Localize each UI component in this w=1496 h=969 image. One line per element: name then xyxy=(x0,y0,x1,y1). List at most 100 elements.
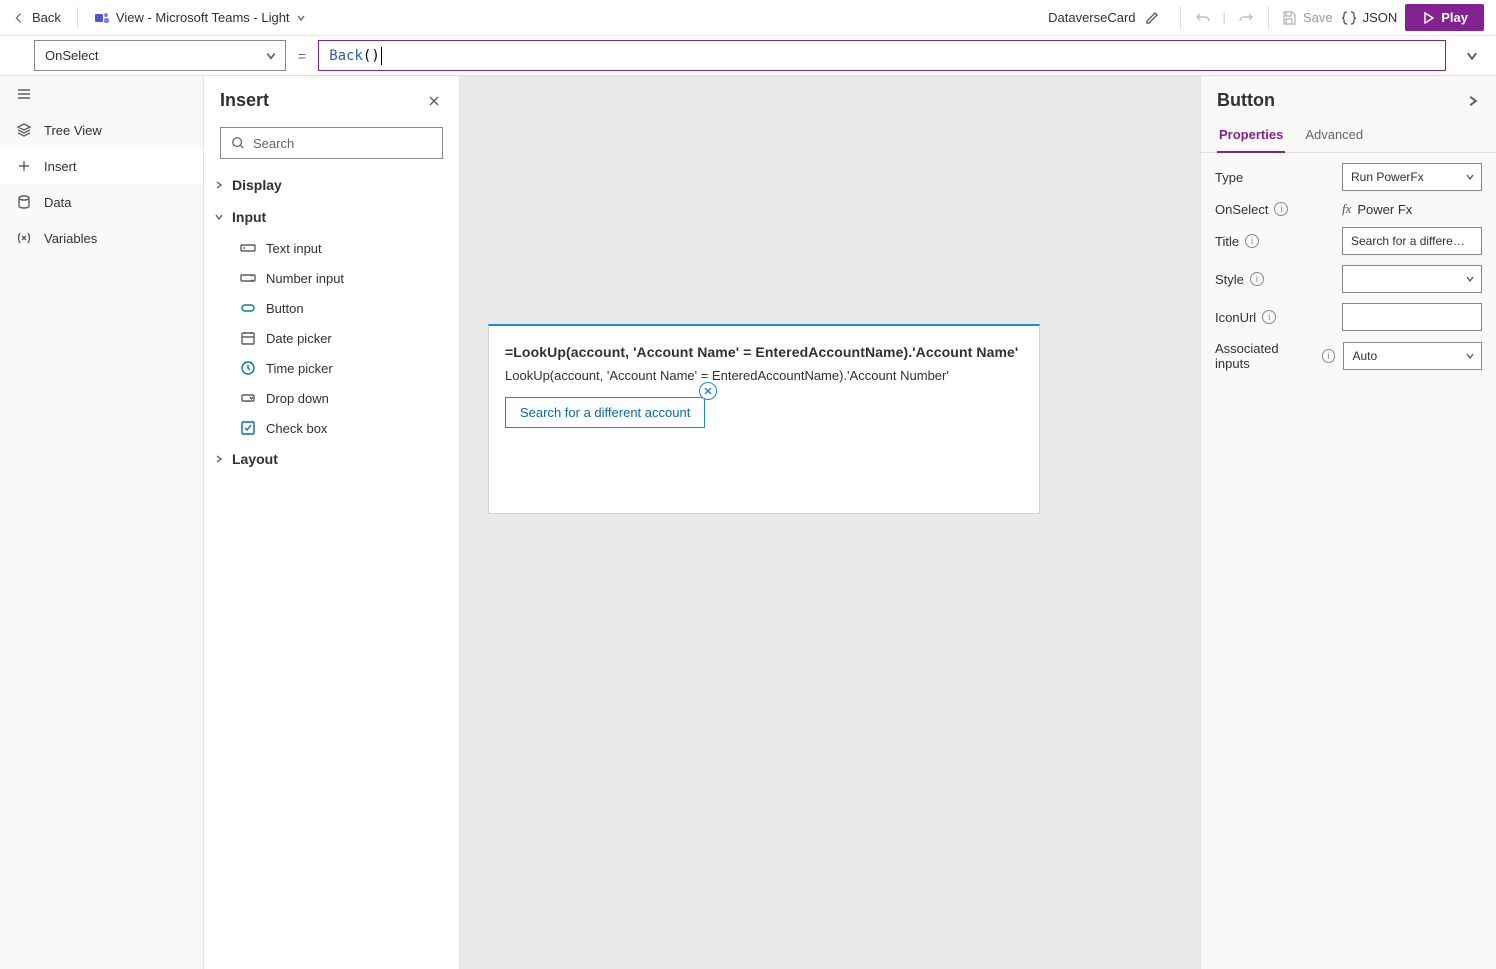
card-name-label: DataverseCard xyxy=(1048,10,1135,25)
chevron-right-icon xyxy=(214,180,224,190)
properties-tabs: Properties Advanced xyxy=(1201,119,1496,153)
canvas-area[interactable]: =LookUp(account, 'Account Name' = Entere… xyxy=(460,76,1200,969)
prop-label-associated-inputs: Associated inputs xyxy=(1215,341,1316,371)
chevron-down-icon xyxy=(265,50,277,62)
rail-item-data[interactable]: Data xyxy=(0,184,203,220)
insert-category-display[interactable]: Display xyxy=(204,169,459,201)
property-selector-label: OnSelect xyxy=(45,48,98,63)
back-button[interactable]: Back xyxy=(12,10,61,25)
insert-item-text-input[interactable]: Text input xyxy=(204,233,459,263)
insert-item-date-picker[interactable]: Date picker xyxy=(204,323,459,353)
card-subtitle-text[interactable]: LookUp(account, 'Account Name' = Entered… xyxy=(505,368,1023,383)
save-button[interactable]: Save xyxy=(1281,10,1333,26)
tab-advanced[interactable]: Advanced xyxy=(1303,119,1365,152)
chevron-down-icon xyxy=(1465,351,1475,361)
chevron-down-icon xyxy=(1465,172,1475,182)
insert-item-label: Button xyxy=(266,301,304,316)
prop-assoc-value: Auto xyxy=(1352,349,1377,363)
insert-item-check-box[interactable]: Check box xyxy=(204,413,459,443)
play-label: Play xyxy=(1441,10,1468,25)
insert-item-label: Date picker xyxy=(266,331,332,346)
view-selector[interactable]: View - Microsoft Teams - Light xyxy=(94,10,306,26)
prop-label-type: Type xyxy=(1215,170,1243,185)
insert-item-label: Time picker xyxy=(266,361,333,376)
prop-label-onselect: OnSelect xyxy=(1215,202,1268,217)
insert-item-drop-down[interactable]: Drop down xyxy=(204,383,459,413)
formula-equals: = xyxy=(296,40,308,71)
prop-iconurl-input[interactable] xyxy=(1342,303,1482,331)
close-circle-icon xyxy=(703,386,713,396)
card-delete-handle[interactable] xyxy=(699,382,717,400)
variable-icon xyxy=(16,230,32,246)
layers-icon xyxy=(16,122,32,138)
rail-item-tree-view[interactable]: Tree View xyxy=(0,112,203,148)
top-toolbar: Back View - Microsoft Teams - Light Data… xyxy=(0,0,1496,36)
card-preview[interactable]: =LookUp(account, 'Account Name' = Entere… xyxy=(488,324,1040,514)
database-icon xyxy=(16,194,32,210)
undo-button[interactable] xyxy=(1189,4,1217,32)
properties-panel-title: Button xyxy=(1217,90,1275,111)
braces-icon xyxy=(1341,10,1357,26)
prop-type-value: Run PowerFx xyxy=(1351,170,1424,184)
prop-title-value: Search for a differe… xyxy=(1351,234,1465,248)
card-search-button[interactable]: Search for a different account xyxy=(505,397,705,428)
info-icon[interactable]: i xyxy=(1245,234,1259,248)
insert-panel-close-button[interactable] xyxy=(425,92,443,110)
search-icon xyxy=(231,136,245,150)
insert-item-time-picker[interactable]: Time picker xyxy=(204,353,459,383)
toolbar-divider xyxy=(77,7,78,29)
rail-item-insert[interactable]: Insert xyxy=(0,148,203,184)
teams-icon xyxy=(94,10,110,26)
json-button[interactable]: JSON xyxy=(1341,10,1398,26)
hamburger-icon xyxy=(16,86,32,102)
property-selector[interactable]: OnSelect xyxy=(34,40,286,71)
prop-title-input[interactable]: Search for a differe… xyxy=(1342,227,1482,255)
clock-icon xyxy=(240,360,256,376)
insert-item-number-input[interactable]: Number input xyxy=(204,263,459,293)
insert-search-input[interactable]: Search xyxy=(220,127,443,159)
prop-onselect-link[interactable]: fx Power Fx xyxy=(1342,201,1482,217)
info-icon[interactable]: i xyxy=(1262,310,1276,324)
chevron-down-icon xyxy=(296,13,306,23)
save-label: Save xyxy=(1303,10,1333,25)
info-icon[interactable]: i xyxy=(1322,349,1336,363)
text-cursor xyxy=(381,47,382,65)
json-label: JSON xyxy=(1363,10,1398,25)
insert-panel: Insert Search Display Input Text input N… xyxy=(204,76,460,969)
insert-category-layout[interactable]: Layout xyxy=(204,443,459,475)
insert-category-input[interactable]: Input xyxy=(204,201,459,233)
prop-label-style: Style xyxy=(1215,272,1244,287)
view-label: View - Microsoft Teams - Light xyxy=(116,10,290,25)
chevron-right-icon xyxy=(214,454,224,464)
info-icon[interactable]: i xyxy=(1274,202,1288,216)
history-separator: | xyxy=(1219,10,1230,25)
insert-item-button[interactable]: Button xyxy=(204,293,459,323)
chevron-down-icon xyxy=(1465,49,1479,63)
main-layout: Tree View Insert Data Variables Insert S… xyxy=(0,76,1496,969)
info-icon[interactable]: i xyxy=(1250,272,1264,286)
insert-item-label: Text input xyxy=(266,241,322,256)
redo-button[interactable] xyxy=(1232,4,1260,32)
card-title-text[interactable]: =LookUp(account, 'Account Name' = Entere… xyxy=(505,344,1023,360)
prop-type-dropdown[interactable]: Run PowerFx xyxy=(1342,163,1482,191)
card-name-editor[interactable]: DataverseCard xyxy=(1048,10,1167,26)
category-label: Input xyxy=(232,209,266,225)
save-icon xyxy=(1281,10,1297,26)
tab-properties[interactable]: Properties xyxy=(1217,119,1285,152)
play-button[interactable]: Play xyxy=(1405,4,1484,31)
formula-expand-button[interactable] xyxy=(1456,40,1488,71)
rail-item-label: Data xyxy=(44,195,71,210)
prop-associated-inputs-dropdown[interactable]: Auto xyxy=(1343,342,1482,370)
properties-panel: Button Properties Advanced Type Run Powe… xyxy=(1200,76,1496,969)
insert-search-placeholder: Search xyxy=(253,136,294,151)
formula-input[interactable]: Back() xyxy=(318,40,1446,71)
hamburger-button[interactable] xyxy=(0,76,203,112)
insert-item-label: Number input xyxy=(266,271,344,286)
prop-label-title: Title xyxy=(1215,234,1239,249)
arrow-left-icon xyxy=(12,11,26,25)
redo-icon xyxy=(1238,10,1254,26)
prop-style-dropdown[interactable] xyxy=(1342,265,1482,293)
chevron-right-icon[interactable] xyxy=(1466,94,1480,108)
insert-item-label: Drop down xyxy=(266,391,329,406)
rail-item-variables[interactable]: Variables xyxy=(0,220,203,256)
